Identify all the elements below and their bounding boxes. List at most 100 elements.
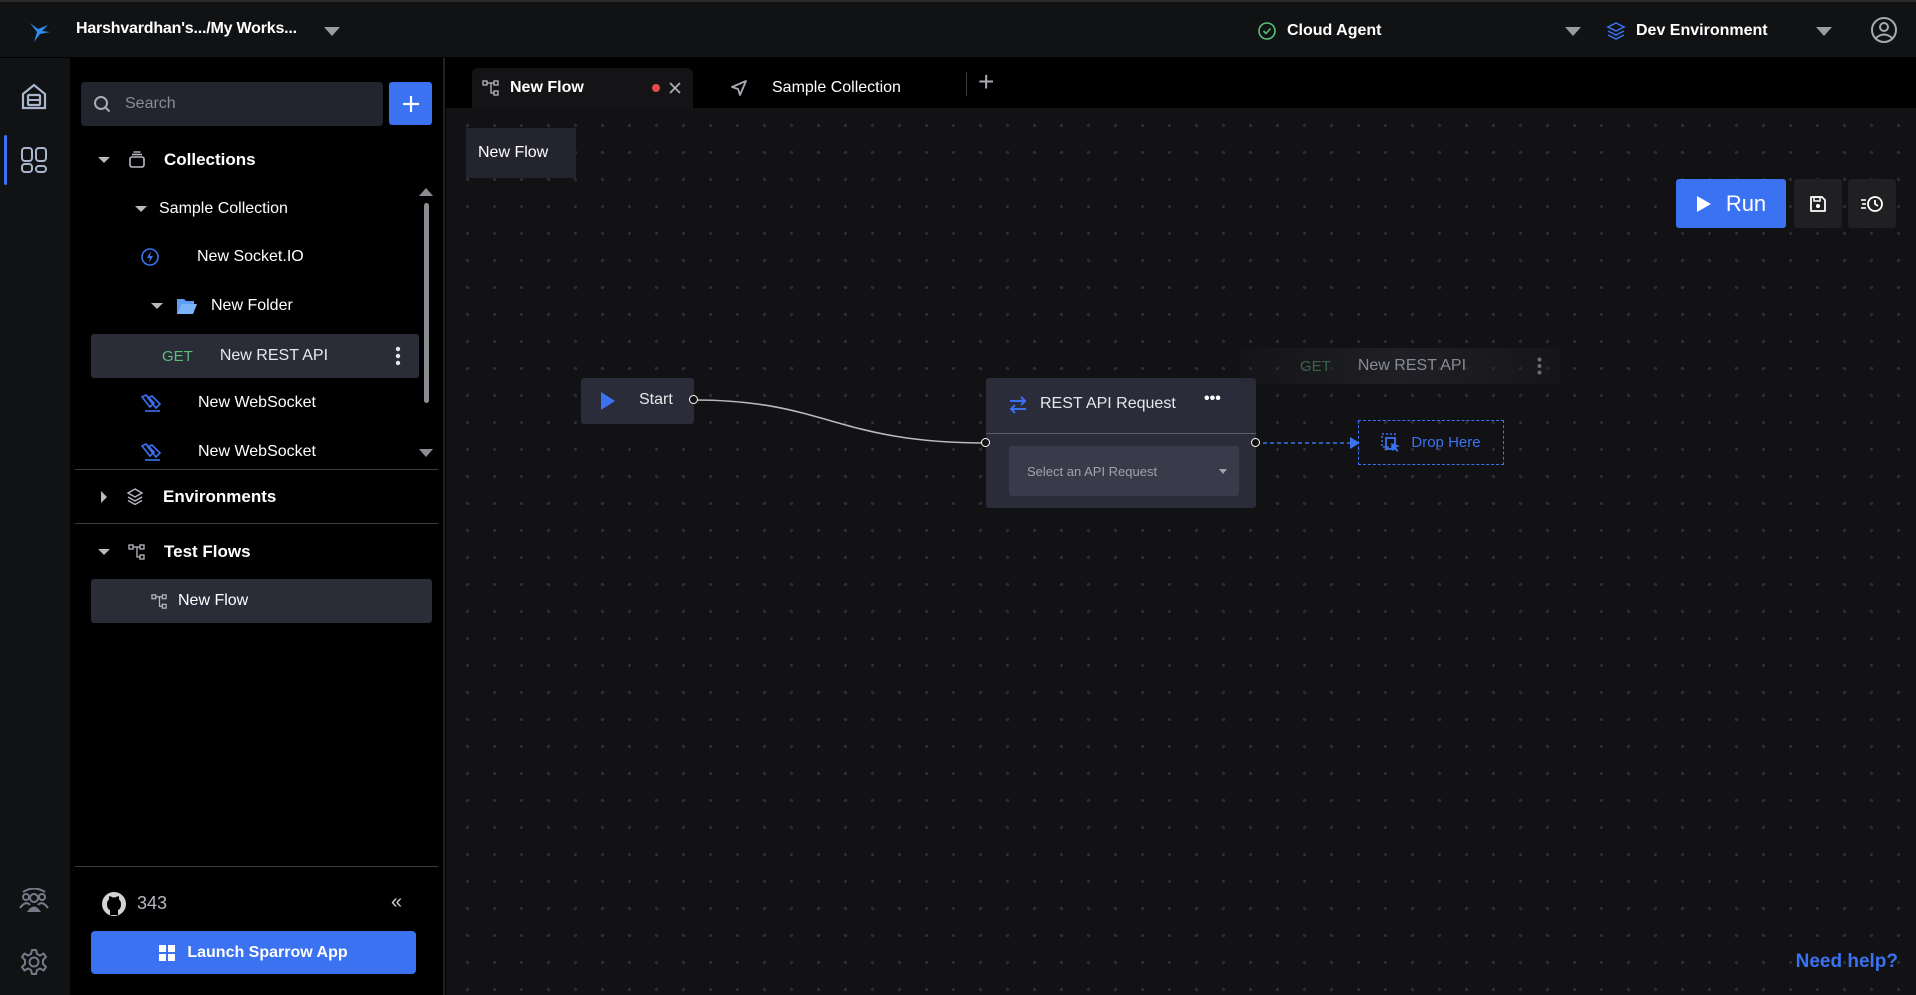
ghost-method: GET — [1300, 357, 1331, 375]
tab-new-flow[interactable]: New Flow — [472, 68, 693, 108]
tree-item-label: New Folder — [211, 297, 293, 314]
divider — [75, 866, 438, 867]
environments-label: Environments — [163, 487, 277, 506]
sparrow-logo-icon[interactable] — [28, 19, 52, 43]
rest-output-port[interactable] — [1251, 438, 1260, 447]
websocket-icon — [141, 394, 161, 412]
api-request-select[interactable]: Select an API Request — [1009, 446, 1239, 496]
collection-icon — [128, 151, 146, 169]
gear-icon[interactable] — [20, 948, 48, 976]
check-circle-icon — [1257, 21, 1277, 41]
method-badge-get: GET — [162, 347, 193, 365]
chevron-down-icon — [151, 303, 163, 309]
workspace-name[interactable]: Harshvardhan's.../My Works... — [76, 20, 297, 38]
tree-item-websocket[interactable]: New WebSocket — [141, 440, 316, 464]
scroll-up-arrow[interactable] — [419, 188, 433, 196]
start-node[interactable]: Start — [581, 378, 694, 424]
rail-active-indicator — [4, 135, 7, 185]
more-vertical-icon[interactable] — [395, 346, 401, 366]
tree-item-label: New WebSocket — [198, 443, 316, 460]
layers-icon — [1606, 21, 1626, 41]
collection-item[interactable]: Sample Collection — [135, 197, 288, 221]
flow-canvas[interactable]: New Flow Run Start REST API Request ••• … — [446, 108, 1916, 995]
chevron-right-icon — [101, 491, 107, 503]
top-bar: Harshvardhan's.../My Works... Cloud Agen… — [0, 0, 1916, 58]
collections-label: Collections — [164, 150, 256, 169]
agent-label: Cloud Agent — [1287, 22, 1382, 39]
select-placeholder: Select an API Request — [1027, 463, 1158, 479]
environment-label: Dev Environment — [1636, 22, 1768, 39]
github-icon[interactable] — [101, 891, 127, 917]
edge-start-to-rest — [693, 399, 987, 444]
node-menu-button[interactable]: ••• — [1204, 390, 1221, 408]
unsaved-indicator — [652, 84, 660, 92]
github-stars-count: 343 — [137, 893, 168, 913]
tree-item-socketio[interactable]: New Socket.IO — [140, 245, 304, 269]
tree-item-label: New WebSocket — [198, 394, 316, 411]
layers-icon — [126, 488, 144, 506]
tab-label: New Flow — [510, 79, 584, 96]
chevron-down-icon — [1219, 468, 1227, 474]
testflow-label: New Flow — [178, 592, 249, 609]
agent-selector[interactable]: Cloud Agent — [1257, 21, 1382, 41]
add-tab-button[interactable]: + — [978, 66, 994, 98]
launch-app-button[interactable]: Launch Sparrow App — [91, 931, 416, 974]
start-node-label: Start — [639, 391, 673, 408]
rest-api-node[interactable]: REST API Request ••• Select an API Reque… — [986, 378, 1256, 508]
scroll-down-arrow[interactable] — [419, 449, 433, 457]
collapse-sidebar-button[interactable]: « — [391, 891, 402, 914]
tree-item-label: New REST API — [219, 347, 329, 364]
tree-item-websocket[interactable]: New WebSocket — [141, 391, 316, 415]
main-area: New Flow Sample Collection + New Flow Ru… — [446, 58, 1916, 995]
environment-selector[interactable]: Dev Environment — [1606, 21, 1768, 41]
add-button[interactable] — [389, 82, 432, 125]
divider — [75, 523, 438, 524]
flow-edges — [693, 399, 1360, 449]
collection-share-icon — [730, 79, 748, 97]
rest-input-port[interactable] — [981, 438, 990, 447]
more-vertical-icon — [1537, 357, 1542, 375]
drag-ghost-rest-api: GET New REST API — [1240, 348, 1560, 384]
team-icon[interactable] — [19, 888, 49, 914]
launch-label: Launch Sparrow App — [187, 943, 348, 961]
testflow-item[interactable]: New Flow — [91, 579, 432, 623]
flow-icon — [482, 79, 500, 97]
sidebar: Collections Sample Collection New Socket… — [70, 58, 445, 995]
folder-open-icon — [176, 297, 198, 315]
start-output-port[interactable] — [689, 395, 698, 404]
drop-zone[interactable]: Drop Here — [1358, 420, 1504, 465]
left-rail — [0, 58, 70, 995]
collections-section-header[interactable]: Collections — [98, 148, 256, 172]
collection-name: Sample Collection — [159, 200, 288, 217]
user-circle-icon[interactable] — [1870, 16, 1898, 44]
tab-sample-collection[interactable]: Sample Collection — [730, 68, 950, 108]
drop-label: Drop Here — [1411, 434, 1481, 451]
tree-item-folder[interactable]: New Folder — [151, 294, 293, 318]
websocket-icon — [141, 443, 161, 461]
search-box[interactable] — [81, 82, 383, 126]
testflows-label: Test Flows — [164, 542, 251, 561]
swap-arrows-icon — [1008, 396, 1028, 414]
chevron-down-icon — [98, 549, 110, 555]
ghost-label: New REST API — [1357, 357, 1467, 374]
testflows-section-header[interactable]: Test Flows — [98, 540, 251, 564]
search-icon — [93, 95, 111, 113]
tab-label: Sample Collection — [772, 79, 901, 96]
play-icon — [601, 392, 615, 410]
need-help-link[interactable]: Need help? — [1796, 951, 1898, 973]
tree-item-rest-api[interactable]: GET New REST API — [91, 334, 419, 378]
workspace-dropdown-icon[interactable] — [324, 27, 340, 36]
close-icon[interactable] — [668, 81, 682, 95]
environments-section-header[interactable]: Environments — [101, 485, 276, 509]
home-icon[interactable] — [20, 82, 48, 110]
grid-icon[interactable] — [20, 146, 48, 174]
search-input[interactable] — [125, 95, 345, 113]
rest-node-title: REST API Request — [1040, 395, 1176, 412]
plus-icon — [402, 95, 419, 112]
environment-dropdown-icon[interactable] — [1816, 27, 1832, 36]
sidebar-scrollbar[interactable] — [424, 203, 429, 403]
flow-icon — [128, 543, 146, 561]
chevron-down-icon — [135, 206, 147, 212]
tab-bar: New Flow Sample Collection + — [446, 58, 1916, 108]
agent-dropdown-icon[interactable] — [1565, 27, 1581, 36]
